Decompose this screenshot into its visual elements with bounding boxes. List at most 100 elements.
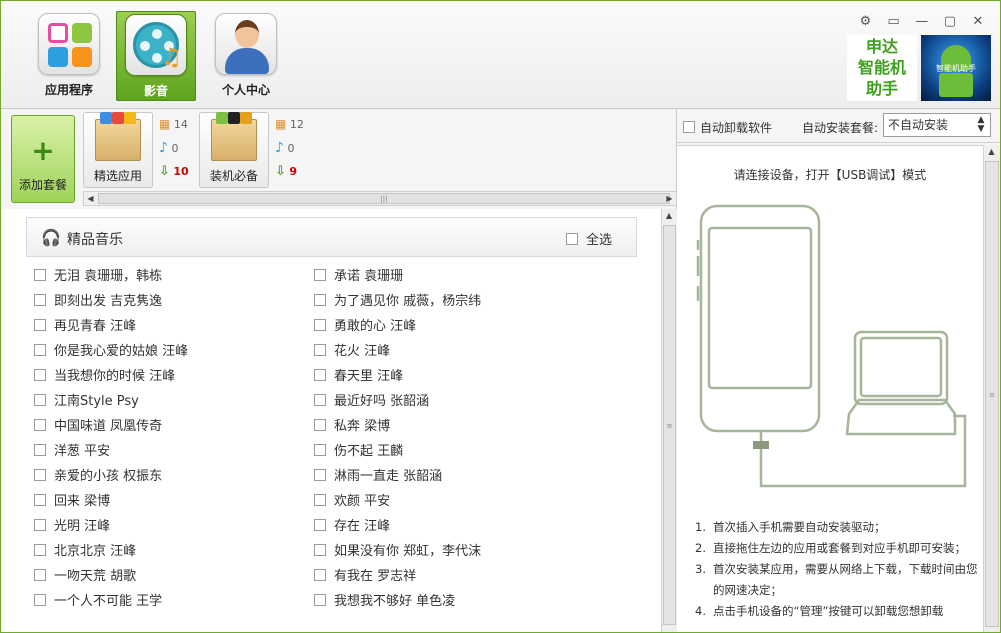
- header: 应用程序 ♫ 影音 个人中心 ⚙ ▭ — ▢ ✕ 申达 智能机 助手 智能机助手: [1, 1, 1000, 109]
- song-checkbox[interactable]: [314, 419, 326, 431]
- song-title: 北京北京 汪峰: [54, 544, 137, 559]
- song-item[interactable]: 存在 汪峰: [314, 515, 390, 535]
- song-checkbox[interactable]: [34, 569, 46, 581]
- song-title: 花火 汪峰: [334, 344, 391, 359]
- song-checkbox[interactable]: [314, 469, 326, 481]
- song-item[interactable]: 你是我心爱的姑娘 汪峰: [34, 340, 188, 360]
- song-item[interactable]: 欢颜 平安: [314, 490, 390, 510]
- song-item[interactable]: 我想我不够好 单色凌: [314, 590, 455, 610]
- package-essentials[interactable]: 装机必备: [199, 112, 269, 188]
- song-item[interactable]: 回来 梁博: [34, 490, 110, 510]
- song-checkbox[interactable]: [314, 444, 326, 456]
- connect-device-message: 请连接设备，打开【USB调试】模式: [733, 168, 927, 182]
- package-horizontal-scrollbar[interactable]: ◀ ||| ▶: [83, 191, 677, 206]
- song-checkbox[interactable]: [34, 269, 46, 281]
- song-item[interactable]: 即刻出发 吉克隽逸: [34, 290, 162, 310]
- song-item[interactable]: 无泪 袁珊珊，韩栋: [34, 265, 162, 285]
- scrollbar-thumb[interactable]: ≡: [985, 161, 999, 627]
- song-item[interactable]: 花火 汪峰: [314, 340, 390, 360]
- tab-apps[interactable]: 应用程序: [29, 11, 109, 101]
- song-checkbox[interactable]: [314, 294, 326, 306]
- song-checkbox[interactable]: [34, 344, 46, 356]
- song-item[interactable]: 北京北京 汪峰: [34, 540, 136, 560]
- song-item[interactable]: 洋葱 平安: [34, 440, 110, 460]
- song-checkbox[interactable]: [314, 369, 326, 381]
- section-header: 🎧 精品音乐 全选: [26, 217, 637, 257]
- auto-uninstall-checkbox[interactable]: 自动卸载软件: [683, 119, 772, 136]
- song-item[interactable]: 私奔 梁博: [314, 415, 390, 435]
- song-title: 春天里 汪峰: [334, 369, 404, 384]
- song-checkbox[interactable]: [34, 394, 46, 406]
- music-note-icon: ♪: [275, 140, 284, 156]
- package-featured-apps-stats: ▦ 14 ♪ 0 ⇩ 10: [159, 117, 189, 179]
- scroll-up-arrow-icon[interactable]: ▲: [984, 145, 999, 159]
- section-title: 精品音乐: [67, 232, 123, 248]
- song-item[interactable]: 春天里 汪峰: [314, 365, 403, 385]
- song-checkbox[interactable]: [34, 319, 46, 331]
- scrollbar-thumb[interactable]: |||: [98, 193, 670, 204]
- song-checkbox[interactable]: [34, 494, 46, 506]
- tab-personal-center[interactable]: 个人中心: [206, 11, 286, 101]
- song-checkbox[interactable]: [34, 369, 46, 381]
- song-checkbox[interactable]: [34, 294, 46, 306]
- song-checkbox[interactable]: [34, 469, 46, 481]
- left-panel: + 添加套餐 精选应用 ▦ 14 ♪ 0 ⇩ 10 装机必备 ▦ 12 ♪ 0 …: [1, 109, 677, 632]
- song-checkbox[interactable]: [314, 344, 326, 356]
- app-grid-small-icon: ▦: [275, 117, 287, 131]
- select-all-checkbox[interactable]: 全选: [565, 229, 612, 248]
- song-item[interactable]: 中国味道 凤凰传奇: [34, 415, 162, 435]
- song-title: 淋雨一直走 张韶涵: [334, 469, 443, 484]
- music-note-icon: ♪: [159, 140, 168, 156]
- song-item[interactable]: 如果没有你 郑虹，李代沫: [314, 540, 481, 560]
- scroll-left-arrow-icon[interactable]: ◀: [84, 192, 97, 205]
- maximize-icon[interactable]: ▢: [938, 13, 962, 31]
- song-item[interactable]: 有我在 罗志祥: [314, 565, 416, 585]
- song-checkbox[interactable]: [314, 494, 326, 506]
- song-item[interactable]: 当我想你的时候 汪峰: [34, 365, 175, 385]
- song-checkbox[interactable]: [34, 544, 46, 556]
- scroll-up-arrow-icon[interactable]: ▲: [662, 209, 676, 223]
- song-item[interactable]: 淋雨一直走 张韶涵: [314, 465, 442, 485]
- song-checkbox[interactable]: [314, 394, 326, 406]
- song-checkbox[interactable]: [314, 269, 326, 281]
- song-checkbox[interactable]: [34, 419, 46, 431]
- song-item[interactable]: 一个人不可能 王学: [34, 590, 162, 610]
- tab-media[interactable]: ♫ 影音: [116, 11, 196, 101]
- song-checkbox[interactable]: [34, 444, 46, 456]
- scrollbar-thumb[interactable]: ≡: [663, 225, 676, 625]
- plus-icon: +: [31, 134, 55, 167]
- song-title: 一个人不可能 王学: [54, 594, 163, 609]
- music-list-vertical-scrollbar[interactable]: ▲ ≡: [661, 209, 677, 632]
- song-item[interactable]: 亲爱的小孩 权振东: [34, 465, 162, 485]
- song-title: 江南Style Psy: [54, 394, 139, 409]
- song-title: 再见青春 汪峰: [54, 319, 137, 334]
- song-checkbox[interactable]: [314, 319, 326, 331]
- song-item[interactable]: 再见青春 汪峰: [34, 315, 136, 335]
- feedback-icon[interactable]: ▭: [882, 13, 906, 31]
- right-panel-vertical-scrollbar[interactable]: ▲ ≡: [983, 145, 1000, 632]
- song-checkbox[interactable]: [314, 544, 326, 556]
- song-item[interactable]: 伤不起 王麟: [314, 440, 403, 460]
- settings-icon[interactable]: ⚙: [853, 13, 877, 31]
- instruction-list: 1. 首次插入手机需要自动安装驱动； 2. 直接拖住左边的应用或套餐到对应手机即可安装…: [695, 517, 985, 622]
- scroll-right-arrow-icon[interactable]: ▶: [663, 192, 676, 205]
- song-item[interactable]: 江南Style Psy: [34, 390, 139, 410]
- song-item[interactable]: 承诺 袁珊珊: [314, 265, 403, 285]
- song-title: 承诺 袁珊珊: [334, 269, 404, 284]
- song-item[interactable]: 光明 汪峰: [34, 515, 110, 535]
- song-checkbox[interactable]: [314, 519, 326, 531]
- tab-personal-center-label: 个人中心: [221, 83, 270, 97]
- song-checkbox[interactable]: [314, 594, 326, 606]
- song-item[interactable]: 勇敢的心 汪峰: [314, 315, 416, 335]
- minimize-icon[interactable]: —: [910, 13, 934, 31]
- song-item[interactable]: 为了遇见你 戚薇，杨宗纬: [314, 290, 481, 310]
- song-checkbox[interactable]: [314, 569, 326, 581]
- close-icon[interactable]: ✕: [966, 13, 990, 31]
- song-checkbox[interactable]: [34, 519, 46, 531]
- song-item[interactable]: 一吻天荒 胡歌: [34, 565, 136, 585]
- song-item[interactable]: 最近好吗 张韶涵: [314, 390, 429, 410]
- auto-install-select[interactable]: 不自动安装 ▲ ▼: [883, 113, 991, 137]
- package-featured-apps[interactable]: 精选应用: [83, 112, 153, 188]
- add-package-button[interactable]: + 添加套餐: [11, 115, 75, 203]
- song-checkbox[interactable]: [34, 594, 46, 606]
